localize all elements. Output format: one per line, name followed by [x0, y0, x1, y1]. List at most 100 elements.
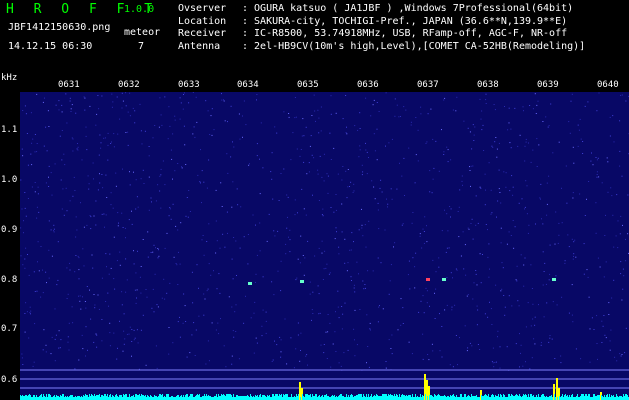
noise-dot: [207, 110, 209, 112]
noise-dot: [498, 142, 500, 144]
baseline-bar: [370, 396, 371, 400]
baseline-bar: [522, 396, 523, 400]
noise-dot: [79, 295, 81, 297]
noise-dot: [521, 198, 523, 200]
baseline-bar: [260, 394, 261, 400]
noise-dot: [26, 133, 28, 134]
noise-dot: [172, 203, 174, 205]
noise-dot: [479, 349, 481, 350]
noise-dot: [259, 250, 261, 252]
noise-dot: [435, 271, 437, 273]
noise-dot: [621, 175, 623, 177]
baseline-bar: [178, 395, 179, 400]
baseline-bar: [325, 395, 326, 400]
noise-dot: [25, 215, 27, 217]
noise-dot: [337, 290, 339, 292]
noise-dot: [297, 212, 298, 214]
baseline-bar: [144, 396, 145, 400]
noise-dot: [238, 113, 240, 115]
noise-dot: [542, 251, 544, 253]
noise-dot: [159, 190, 161, 192]
x-tick-label: 0639: [537, 80, 559, 90]
baseline-bar: [171, 396, 172, 400]
noise-dot: [88, 188, 90, 190]
noise-dot: [40, 296, 42, 298]
noise-dot: [490, 213, 492, 215]
noise-dot: [67, 336, 69, 338]
baseline-bar: [46, 394, 47, 400]
noise-dot: [98, 308, 100, 310]
noise-dot: [170, 149, 172, 151]
baseline-bar: [495, 395, 496, 400]
noise-dot: [425, 142, 427, 144]
noise-dot: [611, 195, 613, 197]
noise-dot: [604, 235, 606, 236]
baseline-bar: [219, 396, 220, 400]
noise-dot: [43, 145, 45, 147]
noise-dot: [353, 284, 355, 286]
noise-dot: [25, 302, 27, 304]
noise-dot: [447, 149, 449, 151]
baseline-bar: [526, 395, 527, 400]
noise-dot: [480, 187, 482, 189]
noise-dot: [179, 316, 180, 318]
baseline-bar: [198, 395, 199, 400]
noise-dot: [516, 265, 518, 267]
noise-dot: [589, 328, 591, 330]
noise-dot: [330, 159, 332, 160]
noise-dot: [407, 274, 409, 276]
noise-dot: [327, 192, 329, 194]
noise-dot: [402, 307, 404, 309]
noise-dot: [168, 327, 170, 328]
noise-dot: [219, 247, 221, 249]
noise-dot: [391, 334, 393, 336]
noise-dot: [610, 329, 612, 331]
noise-dot: [444, 209, 445, 211]
noise-dot: [129, 184, 131, 186]
noise-dot: [262, 167, 264, 169]
noise-dot: [99, 182, 101, 184]
noise-dot: [323, 180, 325, 182]
noise-dot: [341, 231, 343, 233]
noise-dot: [338, 362, 340, 364]
noise-dot: [448, 247, 450, 249]
noise-dot: [326, 358, 328, 359]
noise-dot: [354, 355, 356, 357]
noise-dot: [271, 152, 273, 154]
noise-dot: [534, 316, 536, 318]
noise-dot: [365, 97, 367, 99]
noise-dot: [218, 273, 220, 275]
noise-dot: [243, 100, 245, 102]
noise-dot: [189, 211, 191, 212]
noise-dot: [90, 216, 92, 218]
noise-dot: [575, 348, 577, 350]
noise-dot: [491, 212, 493, 214]
baseline-bar: [375, 396, 376, 400]
baseline-bar: [286, 394, 287, 400]
noise-dot: [53, 231, 55, 233]
noise-dot: [206, 241, 208, 242]
baseline-bar: [20, 395, 21, 400]
noise-dot: [36, 217, 38, 219]
noise-dot: [110, 267, 112, 269]
noise-dot: [235, 240, 237, 242]
baseline-bar: [453, 394, 454, 400]
noise-dot: [518, 202, 520, 204]
baseline-bar: [471, 394, 472, 400]
noise-dot: [220, 182, 222, 184]
noise-dot: [584, 105, 586, 107]
noise-dot: [89, 289, 90, 291]
noise-dot: [424, 216, 426, 218]
noise-dot: [215, 189, 217, 191]
baseline-bar: [257, 395, 258, 400]
noise-dot: [105, 253, 107, 255]
noise-dot: [34, 291, 36, 292]
noise-dot: [161, 124, 163, 126]
noise-dot: [515, 343, 517, 345]
baseline-bar: [278, 396, 279, 400]
baseline-bar: [520, 396, 521, 400]
noise-dot: [95, 200, 97, 202]
noise-dot: [169, 208, 171, 210]
noise-dot: [330, 366, 332, 368]
noise-dot: [414, 287, 416, 289]
